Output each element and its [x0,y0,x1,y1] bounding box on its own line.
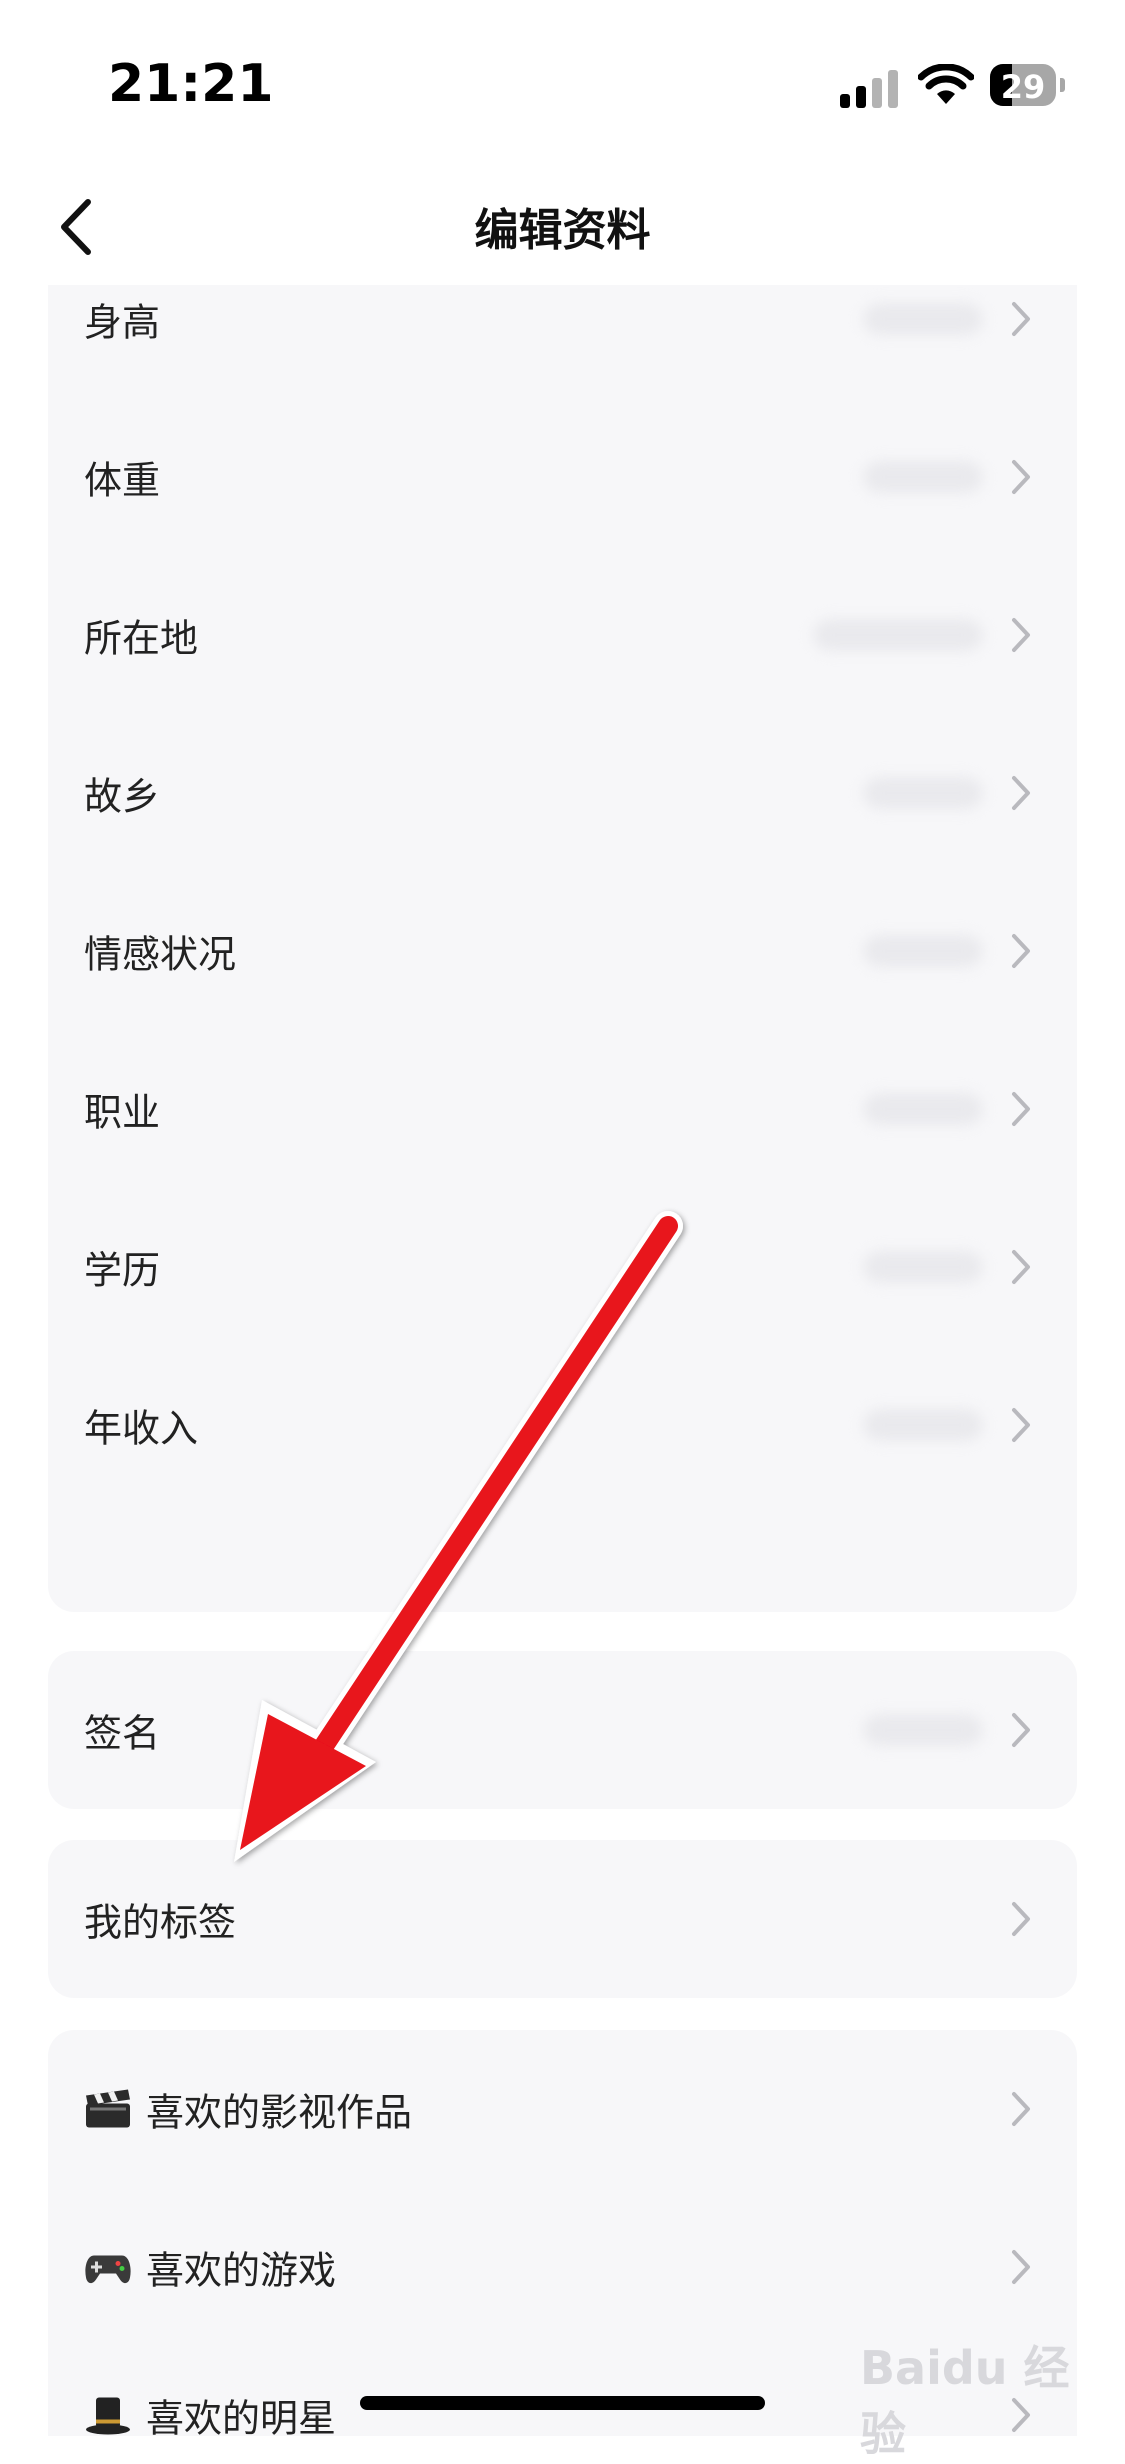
status-time: 21:21 [108,54,274,114]
cellular-signal-icon [840,70,898,108]
row-label: 身高 [84,300,161,345]
blurred-value [863,461,983,493]
list-item[interactable]: 喜欢的游戏 [48,2188,1077,2346]
list-item[interactable]: 年收入 [48,1346,1077,1504]
list-item[interactable]: 情感状况 [48,872,1077,1030]
page-title: 编辑资料 [474,205,651,256]
row-label: 喜欢的明星 [146,2396,337,2437]
row-label: 所在地 [84,616,199,661]
profile-edit-list[interactable]: 年龄 身高 体重 所在地 故乡 情感状况 [0,200,1125,2436]
chevron-right-icon [1012,460,1030,494]
blurred-value [813,619,983,651]
home-indicator[interactable] [360,2396,765,2410]
row-label: 故乡 [84,774,161,819]
game-controller-icon [85,2255,131,2283]
row-label: 年收入 [84,1406,199,1451]
blurred-value [863,1714,983,1746]
chevron-right-icon [1012,934,1030,968]
row-label: 情感状况 [84,932,237,977]
top-hat-icon [86,2397,130,2434]
blurred-value [863,1251,983,1283]
row-label: 喜欢的影视作品 [146,2090,413,2135]
row-label: 喜欢的游戏 [146,2248,337,2293]
chevron-right-icon [1012,776,1030,810]
wifi-icon [918,64,974,104]
navigation-bar: 编辑资料 [0,170,1125,285]
chevron-right-icon [1012,1092,1030,1126]
blurred-value [863,303,983,335]
row-label: 职业 [84,1090,161,1135]
basic-info-card: 年龄 身高 体重 所在地 故乡 情感状况 [48,200,1077,1612]
blurred-value [863,935,983,967]
blurred-value [863,1093,983,1125]
chevron-right-icon [1012,1902,1030,1936]
row-label: 体重 [84,458,161,503]
chevron-right-icon [1012,302,1030,336]
battery-icon: 29 [990,64,1066,108]
list-item[interactable]: 故乡 [48,714,1077,872]
status-bar: 21:21 29 [0,0,1125,170]
chevron-right-icon [1012,2250,1030,2284]
row-label: 签名 [84,1711,161,1756]
list-item[interactable]: 签名 [48,1651,1077,1809]
chevron-right-icon [1012,1713,1030,1747]
chevron-right-icon [1012,1408,1030,1442]
watermark-logo: Baidu 经验 [860,2332,1070,2461]
tags-card: 我的标签 [48,1840,1077,1998]
battery-level: 29 [1000,68,1046,106]
clapperboard-icon [86,2089,130,2127]
list-item[interactable]: 喜欢的影视作品 [48,2030,1077,2188]
row-label: 学历 [84,1248,161,1293]
blurred-value [863,777,983,809]
list-item[interactable]: 我的标签 [48,1840,1077,1998]
list-item[interactable]: 所在地 [48,556,1077,714]
chevron-right-icon [1012,618,1030,652]
list-item[interactable]: 学历 [48,1188,1077,1346]
chevron-right-icon [1012,1250,1030,1284]
signature-card: 签名 [48,1651,1077,1809]
list-item[interactable]: 职业 [48,1030,1077,1188]
row-label: 我的标签 [84,1900,237,1945]
chevron-right-icon [1012,2092,1030,2126]
watermark-text: Baidu 经验 [860,2341,1070,2461]
list-item[interactable]: 体重 [48,398,1077,556]
blurred-value [863,1409,983,1441]
